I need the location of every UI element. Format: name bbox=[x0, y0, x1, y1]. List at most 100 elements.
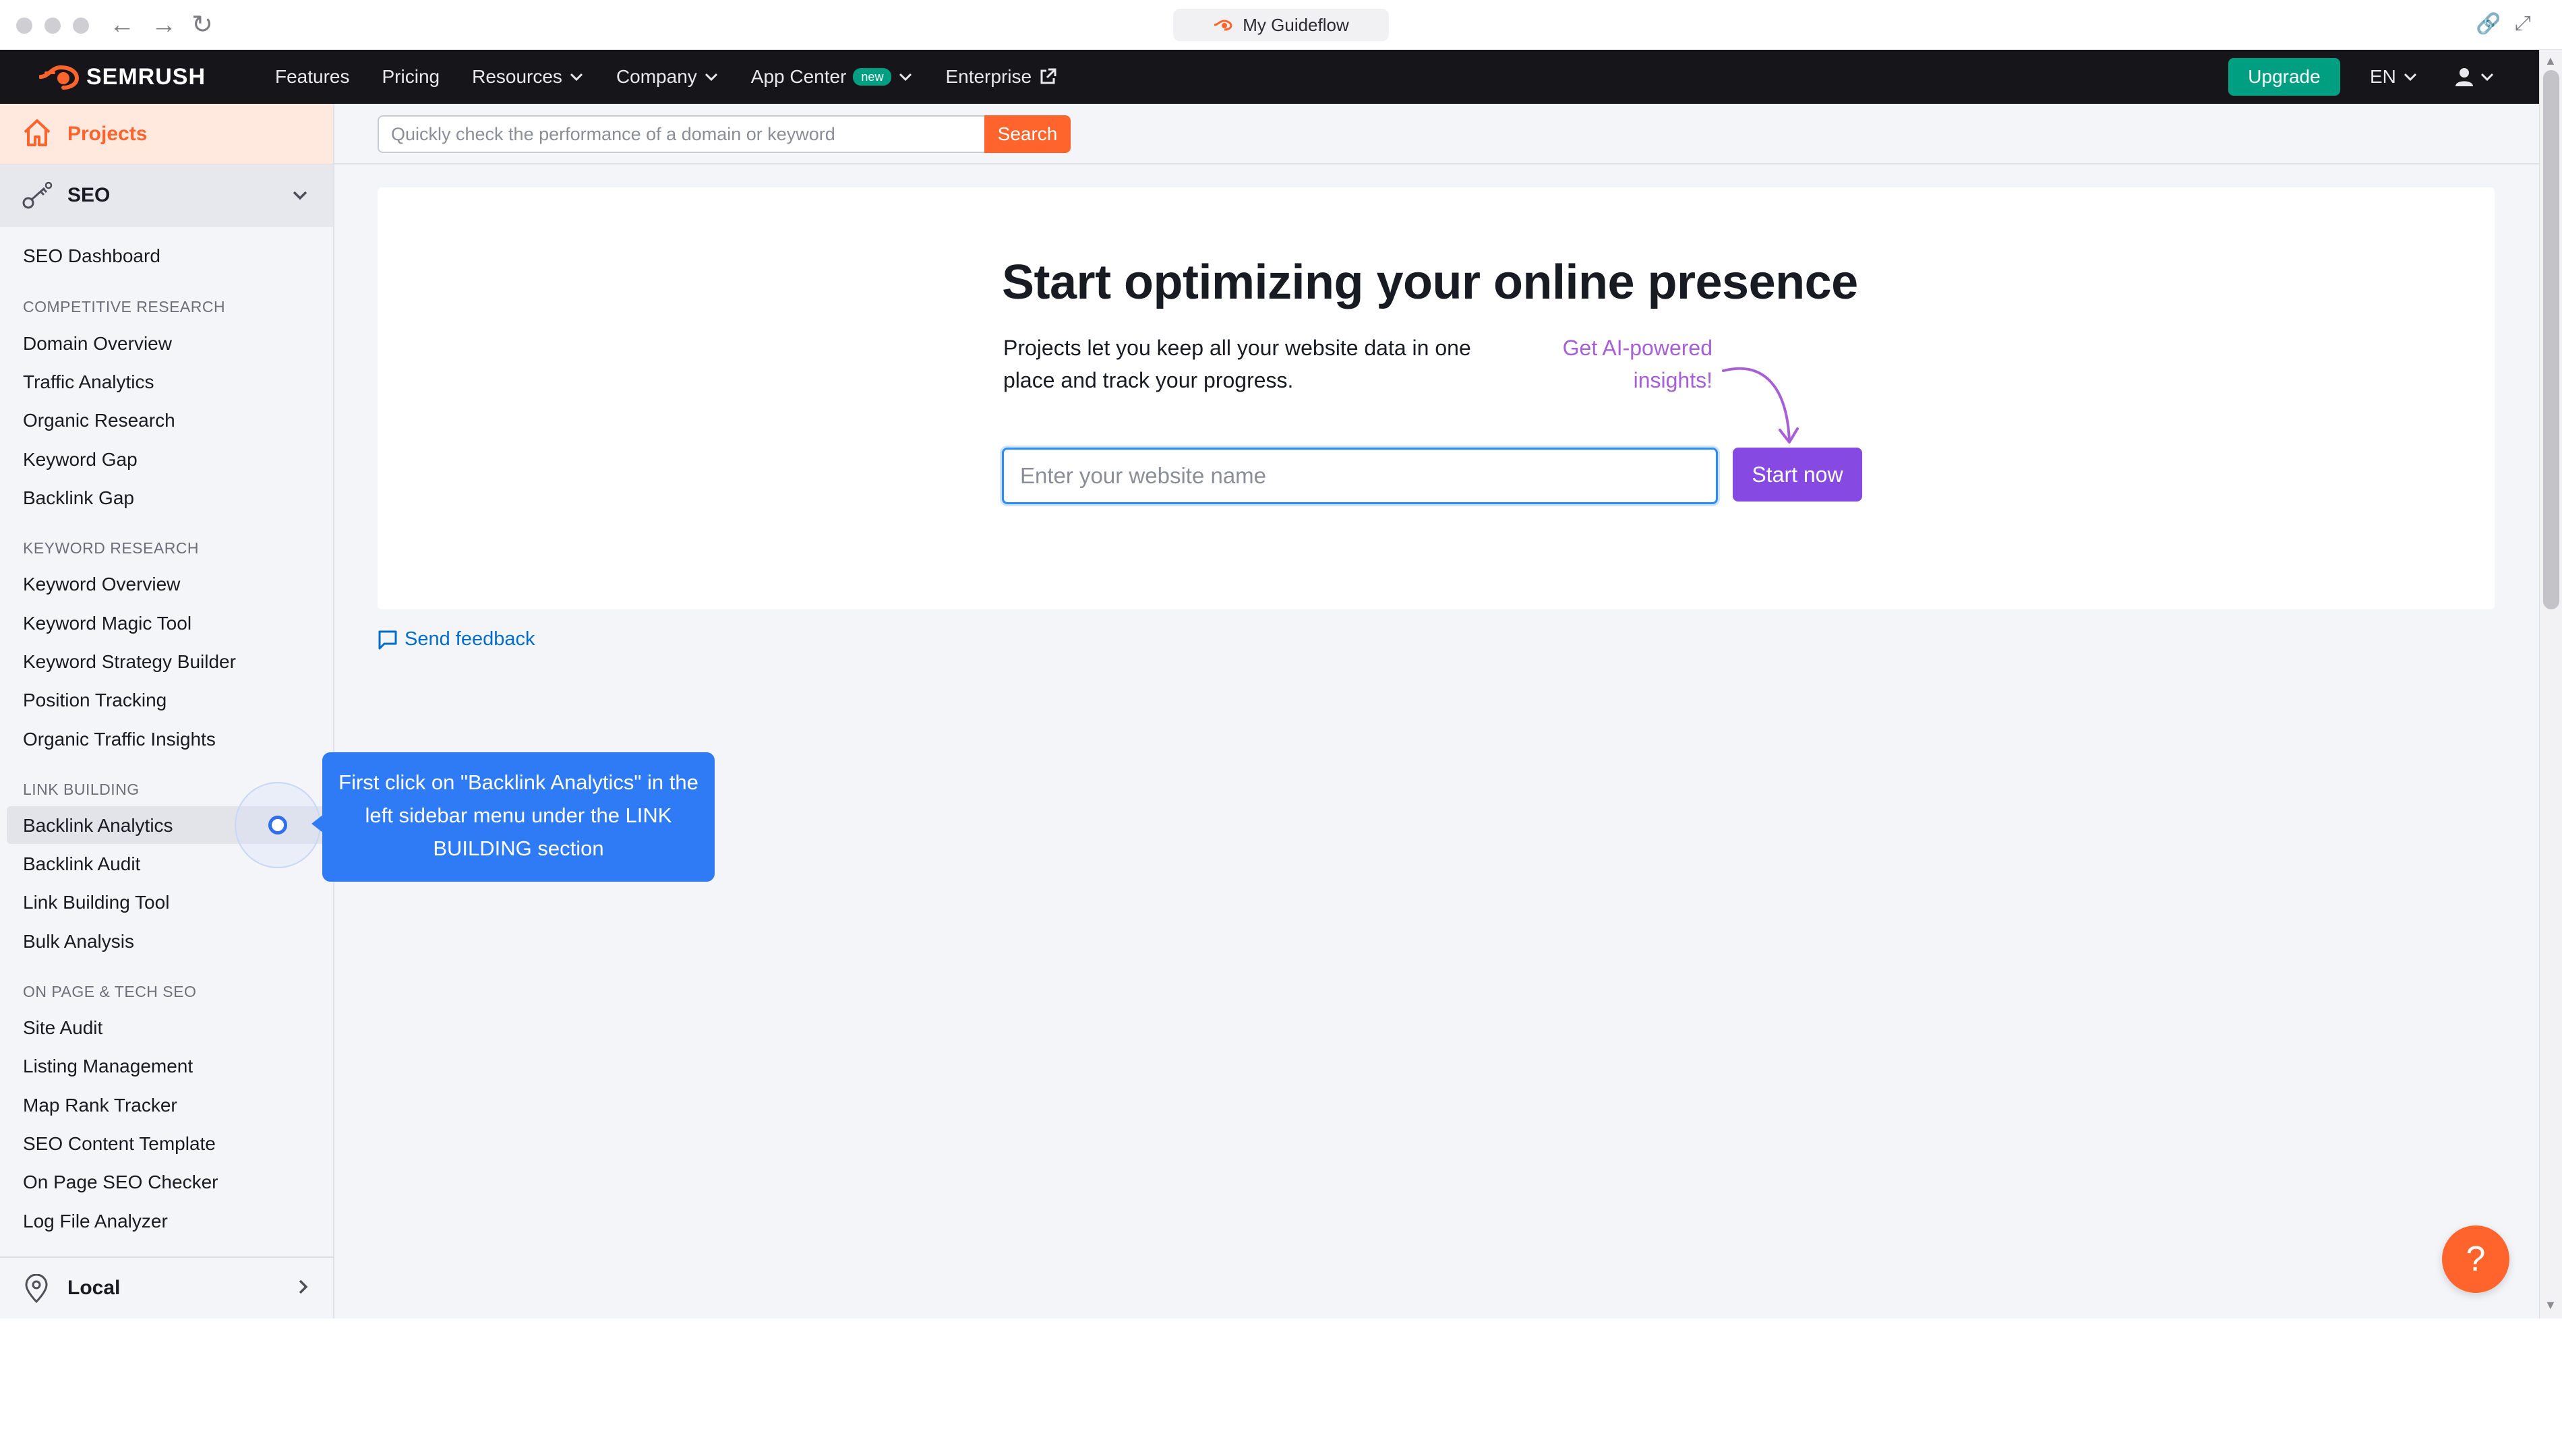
sidebar-item-bulk-analysis[interactable]: Bulk Analysis bbox=[23, 931, 134, 952]
ai-insights-note: Get AI-powered insights! bbox=[1562, 336, 1712, 392]
chevron-down-icon bbox=[2404, 73, 2416, 82]
window-minimize-dot[interactable] bbox=[44, 18, 61, 34]
sidebar-item-organic-traffic-insights[interactable]: Organic Traffic Insights bbox=[23, 729, 216, 750]
search-button[interactable]: Search bbox=[984, 115, 1071, 153]
nav-resources-label: Resources bbox=[472, 66, 562, 87]
user-menu[interactable] bbox=[2454, 50, 2495, 104]
chevron-down-icon bbox=[899, 73, 912, 82]
language-label: EN bbox=[2370, 66, 2396, 87]
section-link-building: LINK BUILDING bbox=[23, 781, 140, 798]
feedback-label: Send feedback bbox=[405, 628, 535, 650]
chevron-down-icon bbox=[570, 73, 583, 82]
page-scrollbar[interactable]: ▲ ▼ bbox=[2539, 50, 2562, 1318]
curved-arrow-icon bbox=[1722, 367, 1799, 444]
semrush-logo[interactable]: SEMRUSH bbox=[39, 62, 206, 92]
sidebar-item-position-tracking[interactable]: Position Tracking bbox=[23, 690, 167, 711]
semrush-flame-icon bbox=[39, 65, 80, 90]
chevron-down-icon bbox=[293, 191, 307, 200]
sidebar-item-link-building-tool[interactable]: Link Building Tool bbox=[23, 892, 169, 913]
nav-enterprise[interactable]: Enterprise bbox=[945, 66, 1057, 88]
expand-icon[interactable]: ⤢ bbox=[2515, 12, 2531, 35]
sidebar: Projects SEO SEO Dashboard COMPETITIVE R… bbox=[0, 104, 334, 1318]
nav-pricing[interactable]: Pricing bbox=[382, 66, 440, 88]
sidebar-item-keyword-gap[interactable]: Keyword Gap bbox=[23, 449, 138, 471]
window-maximize-dot[interactable] bbox=[73, 18, 89, 34]
new-badge: new bbox=[853, 68, 892, 86]
sidebar-item-listing-management[interactable]: Listing Management bbox=[23, 1056, 193, 1077]
window-bottom-area bbox=[0, 1318, 2562, 1456]
local-label: Local bbox=[67, 1277, 121, 1299]
projects-label: Projects bbox=[67, 123, 148, 145]
website-name-input[interactable] bbox=[1002, 448, 1718, 504]
home-icon bbox=[24, 119, 51, 146]
start-now-button[interactable]: Start now bbox=[1733, 448, 1862, 502]
page-title: Start optimizing your online presence bbox=[1002, 255, 1858, 309]
sidebar-item-backlink-audit[interactable]: Backlink Audit bbox=[23, 853, 140, 875]
location-pin-icon bbox=[25, 1274, 48, 1304]
nav-enterprise-label: Enterprise bbox=[945, 66, 1032, 87]
upgrade-button[interactable]: Upgrade bbox=[2228, 58, 2340, 96]
sidebar-item-map-rank-tracker[interactable]: Map Rank Tracker bbox=[23, 1095, 177, 1116]
link-icon[interactable]: 🔗 bbox=[2476, 12, 2501, 36]
chevron-right-icon bbox=[299, 1279, 308, 1294]
section-keyword-research: KEYWORD RESEARCH bbox=[23, 539, 200, 557]
help-button[interactable]: ? bbox=[2442, 1225, 2509, 1293]
quick-search-bar: Search bbox=[334, 104, 2539, 164]
sidebar-local-header[interactable]: Local bbox=[0, 1256, 333, 1318]
back-arrow-icon[interactable]: ← bbox=[109, 9, 135, 40]
sidebar-item-keyword-strategy-builder[interactable]: Keyword Strategy Builder bbox=[23, 651, 236, 673]
scroll-down-icon[interactable]: ▼ bbox=[2544, 1298, 2557, 1312]
section-competitive-research: COMPETITIVE RESEARCH bbox=[23, 298, 226, 315]
seo-label: SEO bbox=[67, 184, 111, 206]
sidebar-item-seo-dashboard[interactable]: SEO Dashboard bbox=[23, 245, 160, 267]
chevron-down-icon bbox=[2480, 73, 2494, 82]
sidebar-item-seo-content-template[interactable]: SEO Content Template bbox=[23, 1133, 216, 1155]
reload-icon[interactable]: ↻ bbox=[191, 9, 213, 40]
external-link-icon bbox=[1040, 68, 1056, 84]
nav-resources[interactable]: Resources bbox=[472, 66, 584, 88]
browser-toolbar: ← → ↻ My Guideflow 🔗 ⤢ bbox=[0, 0, 2562, 50]
sidebar-item-backlink-analytics[interactable]: Backlink Analytics bbox=[23, 815, 173, 837]
language-selector[interactable]: EN bbox=[2370, 50, 2418, 104]
guide-tooltip: First click on "Backlink Analytics" in t… bbox=[322, 752, 715, 882]
guide-hotspot[interactable] bbox=[268, 816, 287, 835]
nav-app-center[interactable]: App Center new bbox=[751, 66, 914, 88]
sidebar-item-on-page-seo-checker[interactable]: On Page SEO Checker bbox=[23, 1172, 218, 1193]
sidebar-item-backlink-gap[interactable]: Backlink Gap bbox=[23, 487, 134, 509]
nav-company-label: Company bbox=[616, 66, 697, 87]
main-content: Search Start optimizing your online pres… bbox=[334, 104, 2539, 1318]
projects-empty-state-card: Start optimizing your online presence Pr… bbox=[378, 187, 2495, 609]
sidebar-item-site-audit[interactable]: Site Audit bbox=[23, 1017, 102, 1039]
nav-app-center-label: App Center bbox=[750, 66, 847, 87]
sidebar-projects[interactable]: Projects bbox=[0, 104, 333, 164]
quick-search-input[interactable] bbox=[378, 115, 984, 153]
sidebar-item-log-file-analyzer[interactable]: Log File Analyzer bbox=[23, 1211, 168, 1232]
sidebar-item-keyword-overview[interactable]: Keyword Overview bbox=[23, 574, 180, 595]
seo-key-icon bbox=[22, 181, 53, 209]
send-feedback-link[interactable]: Send feedback bbox=[378, 628, 535, 650]
sidebar-item-traffic-analytics[interactable]: Traffic Analytics bbox=[23, 371, 154, 393]
nav-features-label: Features bbox=[275, 66, 350, 87]
scroll-thumb[interactable] bbox=[2543, 70, 2559, 609]
logo-text: SEMRUSH bbox=[86, 63, 206, 90]
sidebar-item-domain-overview[interactable]: Domain Overview bbox=[23, 333, 172, 355]
nav-features[interactable]: Features bbox=[275, 66, 350, 88]
nav-menu: Features Pricing Resources Company App C… bbox=[275, 50, 1090, 104]
section-on-page-tech-seo: ON PAGE & TECH SEO bbox=[23, 983, 197, 1000]
sidebar-item-organic-research[interactable]: Organic Research bbox=[23, 410, 175, 431]
tab-title: My Guideflow bbox=[1243, 14, 1349, 35]
sidebar-item-keyword-magic-tool[interactable]: Keyword Magic Tool bbox=[23, 613, 191, 634]
scroll-up-icon[interactable]: ▲ bbox=[2544, 54, 2557, 68]
semrush-favicon-icon bbox=[1214, 20, 1232, 31]
user-icon bbox=[2455, 68, 2473, 86]
nav-company[interactable]: Company bbox=[616, 66, 719, 88]
sidebar-seo-header[interactable]: SEO bbox=[0, 164, 333, 226]
hero-description: Projects let you keep all your website d… bbox=[1003, 336, 1471, 392]
chevron-down-icon bbox=[705, 73, 717, 82]
top-navigation: SEMRUSH Features Pricing Resources Compa… bbox=[0, 50, 2539, 104]
nav-pricing-label: Pricing bbox=[382, 66, 440, 87]
address-bar[interactable]: My Guideflow bbox=[1173, 9, 1389, 41]
forward-arrow-icon[interactable]: → bbox=[151, 9, 177, 40]
window-close-dot[interactable] bbox=[16, 18, 32, 34]
feedback-icon bbox=[378, 630, 397, 649]
